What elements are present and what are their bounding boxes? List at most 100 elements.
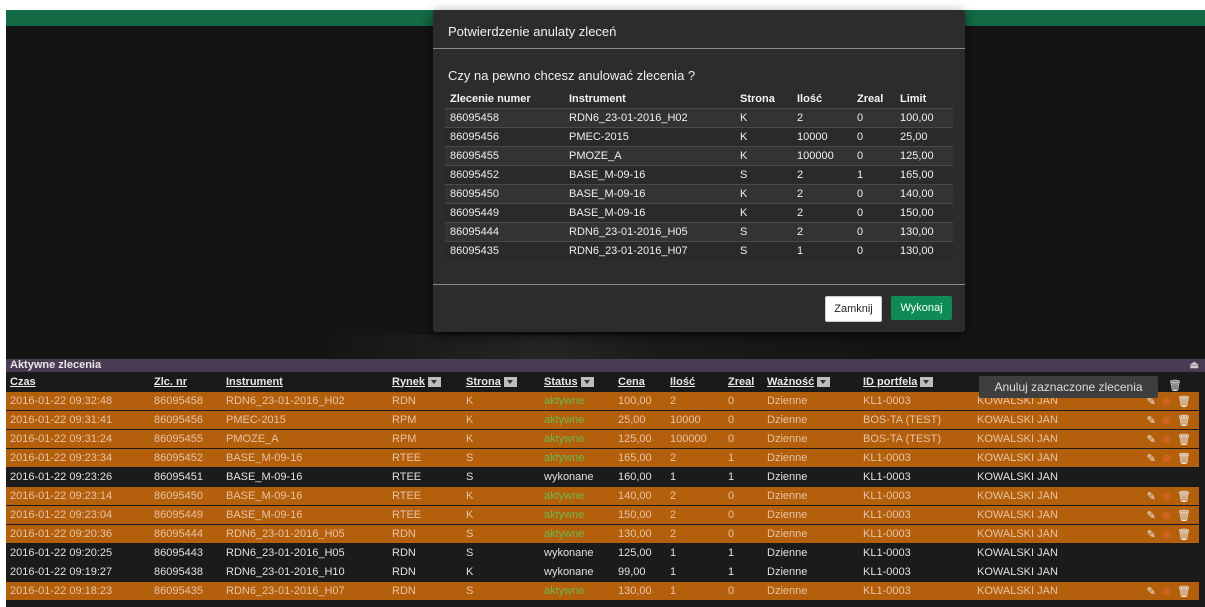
dialog-table-cell: 86095450 bbox=[445, 184, 564, 204]
table-cell: KL1-0003 bbox=[859, 562, 973, 582]
dialog-table-row: 86095458 RDN6_23-01-2016_H02 K 2 0 100,00 bbox=[445, 108, 953, 128]
table-cell: RPM bbox=[388, 429, 462, 449]
trash-icon[interactable]: 🗑 bbox=[1177, 395, 1191, 408]
sort-filter-icon[interactable] bbox=[817, 376, 831, 387]
column-header[interactable]: Instrument bbox=[222, 372, 388, 392]
trash-icon[interactable]: 🗑 bbox=[1177, 585, 1191, 598]
table-cell: KL1-0003 bbox=[859, 543, 973, 563]
row-actions: ✎ ⊗ 🗑 bbox=[1109, 524, 1199, 544]
execute-button[interactable]: Wykonaj bbox=[891, 296, 952, 320]
table-cell: 2 bbox=[666, 505, 724, 525]
sort-filter-icon[interactable] bbox=[428, 376, 442, 387]
table-cell: 2016-01-22 09:32:48 bbox=[6, 391, 150, 411]
trash-icon[interactable]: 🗑 bbox=[1177, 528, 1191, 541]
table-row[interactable]: 2016-01-22 09:23:14 86095450 BASE_M-09-16 R… bbox=[6, 486, 1199, 506]
table-cell: 1 bbox=[724, 562, 763, 582]
cancel-confirmation-dialog: Potwierdzenie anulaty zleceń Czy na pewn… bbox=[433, 10, 965, 332]
column-header[interactable]: ID portfela bbox=[859, 372, 973, 392]
table-cell: 86095438 bbox=[150, 562, 222, 582]
pencil-icon[interactable]: ✎ bbox=[1147, 509, 1156, 522]
table-cell: 140,00 bbox=[614, 486, 666, 506]
column-header[interactable]: Strona bbox=[462, 372, 540, 392]
divider bbox=[433, 284, 965, 285]
eject-icon[interactable]: ⏏ bbox=[1190, 359, 1199, 372]
trash-icon[interactable]: 🗑 bbox=[1177, 452, 1191, 465]
table-cell: 2 bbox=[666, 486, 724, 506]
cancel-icon[interactable]: ⊗ bbox=[1162, 395, 1171, 408]
dialog-column-header: Instrument bbox=[569, 92, 626, 105]
column-header[interactable]: Cena bbox=[614, 372, 666, 392]
table-cell: 0 bbox=[724, 410, 763, 430]
row-actions bbox=[1109, 467, 1199, 487]
trash-icon[interactable]: 🗑 bbox=[1177, 414, 1191, 427]
cancel-icon[interactable]: ⊗ bbox=[1162, 452, 1171, 465]
cancel-icon[interactable]: ⊗ bbox=[1162, 490, 1171, 503]
column-header[interactable]: Czas bbox=[6, 372, 150, 392]
dialog-table-cell: 0 bbox=[852, 222, 895, 242]
table-cell: RPM bbox=[388, 410, 462, 430]
dialog-table-cell: RDN6_23-01-2016_H05 bbox=[564, 222, 735, 242]
table-row[interactable]: 2016-01-22 09:31:41 86095456 PMEC-2015 RPM K… bbox=[6, 410, 1199, 430]
table-cell: RDN6_23-01-2016_H07 bbox=[222, 581, 388, 600]
pencil-icon[interactable]: ✎ bbox=[1147, 414, 1156, 427]
table-cell: 25,00 bbox=[614, 410, 666, 430]
table-cell: 100,00 bbox=[614, 391, 666, 411]
column-header[interactable]: Ilość bbox=[666, 372, 724, 392]
cancel-icon[interactable]: ⊗ bbox=[1162, 433, 1171, 446]
column-header[interactable]: Zreal bbox=[724, 372, 763, 392]
sort-filter-icon[interactable] bbox=[920, 376, 934, 387]
dialog-table-cell: 86095444 bbox=[445, 222, 564, 242]
trash-icon[interactable]: 🗑 bbox=[1177, 509, 1191, 522]
column-header[interactable]: Rynek bbox=[388, 372, 462, 392]
sort-filter-icon[interactable] bbox=[503, 376, 517, 387]
column-header[interactable]: Ważność bbox=[763, 372, 859, 392]
column-header[interactable]: Zlc. nr bbox=[150, 372, 222, 392]
table-cell: KOWALSKI JAN bbox=[973, 581, 1109, 600]
table-cell: aktywne bbox=[540, 505, 614, 525]
cancel-icon[interactable]: ⊗ bbox=[1162, 528, 1171, 541]
dialog-table-cell: 0 bbox=[852, 108, 895, 128]
table-cell: K bbox=[462, 505, 540, 525]
cancel-icon[interactable]: ⊗ bbox=[1162, 509, 1171, 522]
trash-icon[interactable]: 🗑 bbox=[1177, 490, 1191, 503]
pencil-icon[interactable]: ✎ bbox=[1147, 528, 1156, 541]
dialog-table-cell: 0 bbox=[852, 127, 895, 147]
table-row[interactable]: 2016-01-22 09:23:26 86095451 BASE_M-09-16 R… bbox=[6, 467, 1199, 487]
table-row[interactable]: 2016-01-22 09:20:25 86095443 RDN6_23-01-20… bbox=[6, 543, 1199, 563]
sort-filter-icon[interactable] bbox=[580, 376, 594, 387]
pencil-icon[interactable]: ✎ bbox=[1147, 585, 1156, 598]
dialog-table-cell: 2 bbox=[792, 222, 852, 242]
pencil-icon[interactable]: ✎ bbox=[1147, 433, 1156, 446]
dialog-table-cell: BASE_M-09-16 bbox=[564, 184, 735, 204]
pencil-icon[interactable]: ✎ bbox=[1147, 490, 1156, 503]
dialog-column-header: Strona bbox=[740, 92, 775, 105]
table-cell: Dzienne bbox=[763, 448, 859, 468]
column-header[interactable]: Status bbox=[540, 372, 614, 392]
close-button[interactable]: Zamknij bbox=[825, 296, 882, 322]
table-cell: aktywne bbox=[540, 581, 614, 600]
row-actions bbox=[1109, 562, 1199, 582]
table-row[interactable]: 2016-01-22 09:23:34 86095452 BASE_M-09-16 R… bbox=[6, 448, 1199, 468]
table-cell: RTEE bbox=[388, 448, 462, 468]
table-cell: PMOZE_A bbox=[222, 429, 388, 449]
cancel-icon[interactable]: ⊗ bbox=[1162, 585, 1171, 598]
table-cell: 2 bbox=[666, 448, 724, 468]
table-cell: aktywne bbox=[540, 429, 614, 449]
dialog-table-cell: 165,00 bbox=[895, 165, 953, 185]
table-row[interactable]: 2016-01-22 09:31:24 86095455 PMOZE_A RPM Kak… bbox=[6, 429, 1199, 449]
trash-icon[interactable]: 🗑 bbox=[1177, 433, 1191, 446]
pencil-icon[interactable]: ✎ bbox=[1147, 452, 1156, 465]
trash-icon[interactable]: 🗑 bbox=[1168, 379, 1182, 392]
dialog-question: Czy na pewno chcesz anulować zlecenia ? bbox=[448, 68, 696, 83]
table-row[interactable]: 2016-01-22 09:19:27 86095438 RDN6_23-01-20… bbox=[6, 562, 1199, 582]
table-cell: Dzienne bbox=[763, 524, 859, 544]
dialog-table-cell: 2 bbox=[792, 184, 852, 204]
table-cell: RDN bbox=[388, 391, 462, 411]
table-row[interactable]: 2016-01-22 09:20:36 86095444 RDN6_23-01-20… bbox=[6, 524, 1199, 544]
table-row[interactable]: 2016-01-22 09:23:04 86095449 BASE_M-09-16 R… bbox=[6, 505, 1199, 525]
table-row[interactable]: 2016-01-22 09:18:23 86095435 RDN6_23-01-20… bbox=[6, 581, 1199, 600]
table-cell: Dzienne bbox=[763, 429, 859, 449]
table-cell: RDN6_23-01-2016_H02 bbox=[222, 391, 388, 411]
cancel-icon[interactable]: ⊗ bbox=[1162, 414, 1171, 427]
dialog-table-cell: 86095458 bbox=[445, 108, 564, 128]
